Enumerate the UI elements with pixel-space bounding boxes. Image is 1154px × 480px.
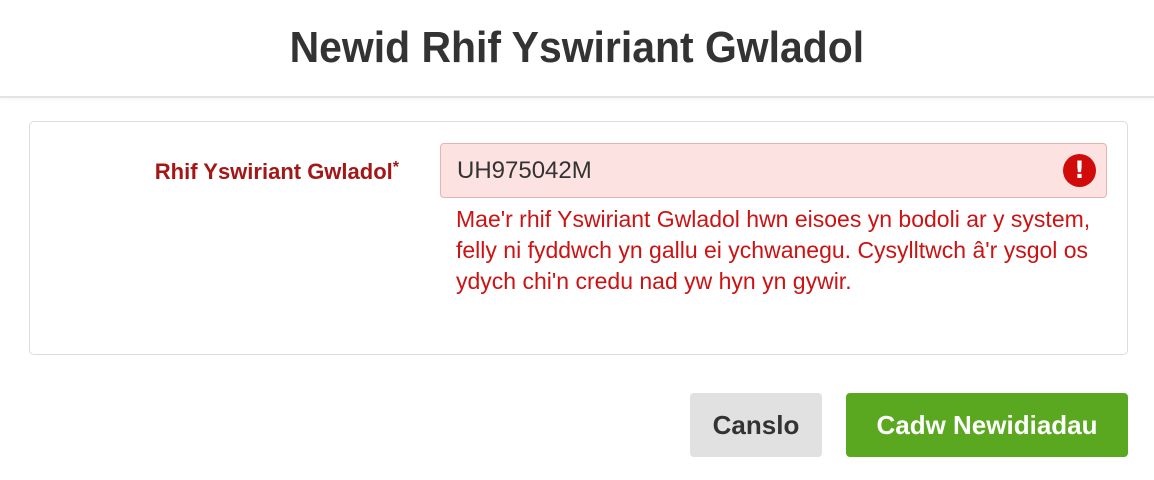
required-marker: *: [392, 159, 399, 176]
error-message: Mae'r rhif Yswiriant Gwladol hwn eisoes …: [456, 206, 1091, 294]
save-changes-button[interactable]: Cadw Newidiadau: [846, 393, 1128, 457]
ni-number-input[interactable]: [441, 144, 1106, 197]
exclamation-icon: !: [1063, 154, 1096, 187]
cancel-button[interactable]: Canslo: [690, 393, 822, 457]
ni-number-input-wrapper: !: [440, 143, 1107, 198]
dialog-title: Newid Rhif Yswiriant Gwladol: [289, 23, 865, 72]
change-ni-number-dialog: Newid Rhif Yswiriant Gwladol Rhif Yswiri…: [0, 0, 1154, 480]
dialog-header: Newid Rhif Yswiriant Gwladol: [0, 0, 1154, 98]
form-panel: Rhif Yswiriant Gwladol* ! Mae'r rhif Ysw…: [29, 121, 1128, 355]
ni-number-label-text: Rhif Yswiriant Gwladol: [154, 159, 393, 184]
ni-number-label: Rhif Yswiriant Gwladol*: [30, 159, 399, 185]
